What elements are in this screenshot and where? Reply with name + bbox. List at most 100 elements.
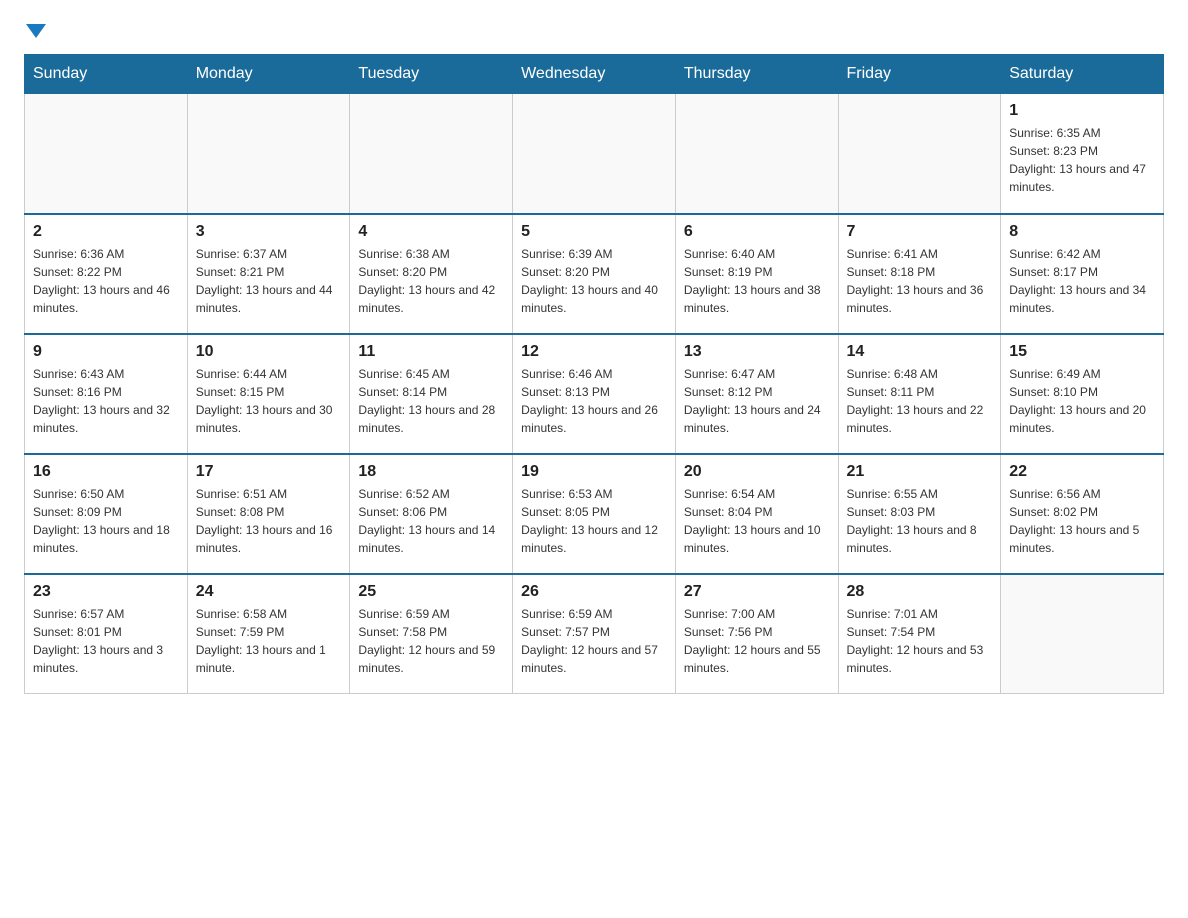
col-monday: Monday [187, 55, 350, 94]
calendar-cell-4-4: 27 Sunrise: 7:00 AM Sunset: 7:56 PM Dayli… [675, 574, 838, 694]
calendar-cell-3-3: 19Sunrise: 6:53 AM Sunset: 8:05 PM Dayli… [513, 454, 676, 574]
day-number: 15 [1009, 343, 1155, 361]
calendar-cell-4-1: 24 Sunrise: 6:58 AM Sunset: 7:59 PM Dayli… [187, 574, 350, 694]
calendar-cell-1-1: 3Sunrise: 6:37 AM Sunset: 8:21 PM Daylig… [187, 214, 350, 334]
calendar-cell-1-6: 8Sunrise: 6:42 AM Sunset: 8:17 PM Daylig… [1001, 214, 1164, 334]
day-number: 6 [684, 223, 830, 241]
calendar-cell-1-2: 4 Sunrise: 6:38 AM Sunset: 8:20 PM Daylig… [350, 214, 513, 334]
calendar-cell-3-0: 16 Sunrise: 6:50 AM Sunset: 8:09 PM Dayli… [25, 454, 188, 574]
col-saturday: Saturday [1001, 55, 1164, 94]
day-info: Sunrise: 6:50 AM Sunset: 8:09 PM Dayligh… [33, 485, 179, 557]
calendar-cell-0-1 [187, 94, 350, 214]
day-number: 18 [358, 463, 504, 481]
day-info: Sunrise: 6:41 AM Sunset: 8:18 PM Dayligh… [847, 245, 993, 317]
day-info: Sunrise: 6:44 AM Sunset: 8:15 PM Dayligh… [196, 365, 342, 437]
calendar-cell-4-3: 26 Sunrise: 6:59 AM Sunset: 7:57 PM Dayli… [513, 574, 676, 694]
day-info: Sunrise: 6:35 AM Sunset: 8:23 PM Dayligh… [1009, 124, 1155, 196]
day-number: 16 [33, 463, 179, 481]
calendar-cell-3-2: 18 Sunrise: 6:52 AM Sunset: 8:06 PM Dayli… [350, 454, 513, 574]
day-info: Sunrise: 6:45 AM Sunset: 8:14 PM Dayligh… [358, 365, 504, 437]
calendar-header-row: Sunday Monday Tuesday Wednesday Thursday… [25, 55, 1164, 94]
day-info: Sunrise: 6:36 AM Sunset: 8:22 PM Dayligh… [33, 245, 179, 317]
day-number: 11 [358, 343, 504, 361]
day-number: 23 [33, 583, 179, 601]
day-number: 24 [196, 583, 342, 601]
day-info: Sunrise: 6:48 AM Sunset: 8:11 PM Dayligh… [847, 365, 993, 437]
col-sunday: Sunday [25, 55, 188, 94]
day-number: 25 [358, 583, 504, 601]
day-number: 14 [847, 343, 993, 361]
calendar-cell-1-0: 2 Sunrise: 6:36 AM Sunset: 8:22 PM Daylig… [25, 214, 188, 334]
col-friday: Friday [838, 55, 1001, 94]
day-info: Sunrise: 6:57 AM Sunset: 8:01 PM Dayligh… [33, 605, 179, 677]
day-info: Sunrise: 6:56 AM Sunset: 8:02 PM Dayligh… [1009, 485, 1155, 557]
col-tuesday: Tuesday [350, 55, 513, 94]
calendar-cell-1-3: 5 Sunrise: 6:39 AM Sunset: 8:20 PM Daylig… [513, 214, 676, 334]
calendar-cell-1-4: 6 Sunrise: 6:40 AM Sunset: 8:19 PM Daylig… [675, 214, 838, 334]
day-number: 26 [521, 583, 667, 601]
day-number: 22 [1009, 463, 1155, 481]
calendar-cell-0-5 [838, 94, 1001, 214]
col-wednesday: Wednesday [513, 55, 676, 94]
day-info: Sunrise: 6:39 AM Sunset: 8:20 PM Dayligh… [521, 245, 667, 317]
day-number: 4 [358, 223, 504, 241]
col-thursday: Thursday [675, 55, 838, 94]
calendar-cell-4-6 [1001, 574, 1164, 694]
calendar-cell-2-1: 10 Sunrise: 6:44 AM Sunset: 8:15 PM Dayli… [187, 334, 350, 454]
calendar-cell-3-6: 22 Sunrise: 6:56 AM Sunset: 8:02 PM Dayli… [1001, 454, 1164, 574]
calendar-table: Sunday Monday Tuesday Wednesday Thursday… [24, 54, 1164, 694]
calendar-cell-0-4 [675, 94, 838, 214]
day-info: Sunrise: 6:46 AM Sunset: 8:13 PM Dayligh… [521, 365, 667, 437]
day-info: Sunrise: 7:00 AM Sunset: 7:56 PM Dayligh… [684, 605, 830, 677]
day-info: Sunrise: 6:42 AM Sunset: 8:17 PM Dayligh… [1009, 245, 1155, 317]
day-number: 5 [521, 223, 667, 241]
day-info: Sunrise: 6:47 AM Sunset: 8:12 PM Dayligh… [684, 365, 830, 437]
calendar-cell-4-5: 28 Sunrise: 7:01 AM Sunset: 7:54 PM Dayli… [838, 574, 1001, 694]
day-info: Sunrise: 6:40 AM Sunset: 8:19 PM Dayligh… [684, 245, 830, 317]
calendar-cell-1-5: 7 Sunrise: 6:41 AM Sunset: 8:18 PM Daylig… [838, 214, 1001, 334]
calendar-week-1: 1 Sunrise: 6:35 AM Sunset: 8:23 PM Daylig… [25, 94, 1164, 214]
day-info: Sunrise: 7:01 AM Sunset: 7:54 PM Dayligh… [847, 605, 993, 677]
day-number: 21 [847, 463, 993, 481]
day-info: Sunrise: 6:59 AM Sunset: 7:57 PM Dayligh… [521, 605, 667, 677]
day-info: Sunrise: 6:51 AM Sunset: 8:08 PM Dayligh… [196, 485, 342, 557]
calendar-cell-3-4: 20Sunrise: 6:54 AM Sunset: 8:04 PM Dayli… [675, 454, 838, 574]
logo [24, 24, 48, 38]
calendar-week-2: 2 Sunrise: 6:36 AM Sunset: 8:22 PM Daylig… [25, 214, 1164, 334]
day-number: 10 [196, 343, 342, 361]
calendar-cell-3-5: 21 Sunrise: 6:55 AM Sunset: 8:03 PM Dayli… [838, 454, 1001, 574]
day-info: Sunrise: 6:49 AM Sunset: 8:10 PM Dayligh… [1009, 365, 1155, 437]
calendar-cell-2-4: 13 Sunrise: 6:47 AM Sunset: 8:12 PM Dayli… [675, 334, 838, 454]
logo-triangle-icon [26, 24, 46, 38]
day-number: 13 [684, 343, 830, 361]
day-info: Sunrise: 6:43 AM Sunset: 8:16 PM Dayligh… [33, 365, 179, 437]
day-info: Sunrise: 6:38 AM Sunset: 8:20 PM Dayligh… [358, 245, 504, 317]
day-number: 28 [847, 583, 993, 601]
day-number: 19 [521, 463, 667, 481]
day-number: 7 [847, 223, 993, 241]
calendar-cell-2-6: 15 Sunrise: 6:49 AM Sunset: 8:10 PM Dayli… [1001, 334, 1164, 454]
day-number: 27 [684, 583, 830, 601]
day-info: Sunrise: 6:58 AM Sunset: 7:59 PM Dayligh… [196, 605, 342, 677]
calendar-week-4: 16 Sunrise: 6:50 AM Sunset: 8:09 PM Dayli… [25, 454, 1164, 574]
calendar-cell-0-0 [25, 94, 188, 214]
calendar-cell-4-2: 25 Sunrise: 6:59 AM Sunset: 7:58 PM Dayli… [350, 574, 513, 694]
calendar-week-3: 9 Sunrise: 6:43 AM Sunset: 8:16 PM Daylig… [25, 334, 1164, 454]
calendar-cell-2-0: 9 Sunrise: 6:43 AM Sunset: 8:16 PM Daylig… [25, 334, 188, 454]
day-info: Sunrise: 6:52 AM Sunset: 8:06 PM Dayligh… [358, 485, 504, 557]
day-number: 9 [33, 343, 179, 361]
day-info: Sunrise: 6:59 AM Sunset: 7:58 PM Dayligh… [358, 605, 504, 677]
calendar-cell-2-5: 14 Sunrise: 6:48 AM Sunset: 8:11 PM Dayli… [838, 334, 1001, 454]
day-number: 12 [521, 343, 667, 361]
day-number: 2 [33, 223, 179, 241]
calendar-cell-0-2 [350, 94, 513, 214]
day-number: 3 [196, 223, 342, 241]
calendar-cell-2-2: 11 Sunrise: 6:45 AM Sunset: 8:14 PM Dayli… [350, 334, 513, 454]
calendar-cell-0-3 [513, 94, 676, 214]
day-info: Sunrise: 6:55 AM Sunset: 8:03 PM Dayligh… [847, 485, 993, 557]
calendar-cell-2-3: 12 Sunrise: 6:46 AM Sunset: 8:13 PM Dayli… [513, 334, 676, 454]
day-info: Sunrise: 6:54 AM Sunset: 8:04 PM Dayligh… [684, 485, 830, 557]
day-number: 1 [1009, 102, 1155, 120]
calendar-week-5: 23 Sunrise: 6:57 AM Sunset: 8:01 PM Dayli… [25, 574, 1164, 694]
page-header [24, 24, 1164, 38]
